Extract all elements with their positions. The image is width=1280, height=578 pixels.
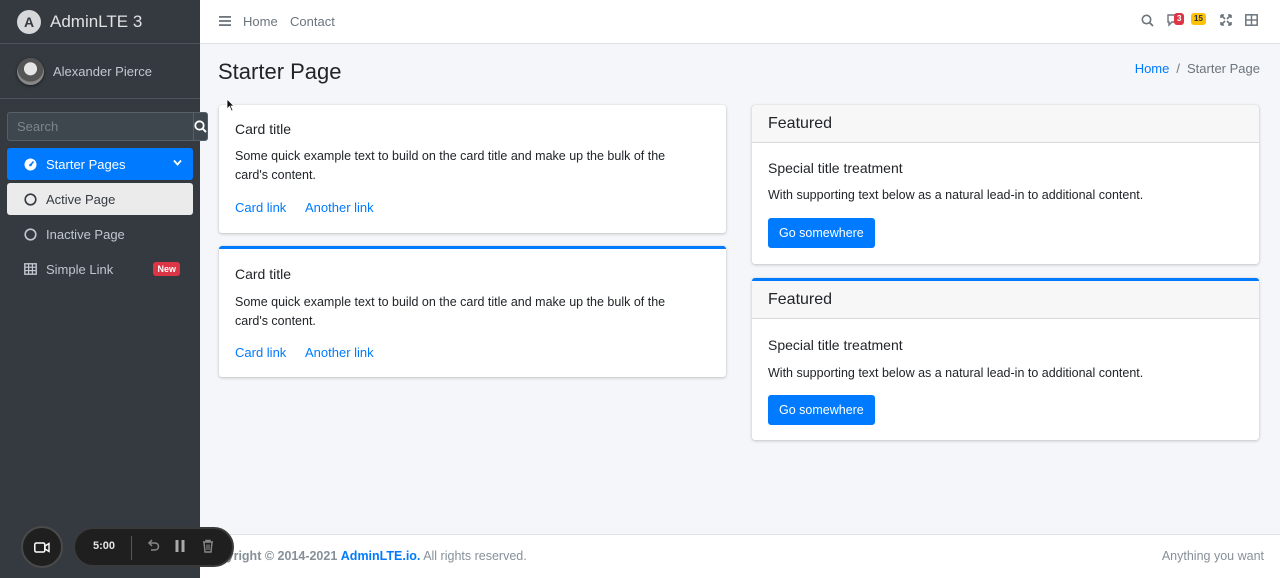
pause-icon[interactable]: [174, 539, 186, 553]
card-link[interactable]: Card link: [235, 345, 286, 360]
notifications-count-badge: 15: [1191, 13, 1206, 25]
trash-icon[interactable]: [202, 539, 214, 553]
brand-logo-icon: A: [17, 9, 41, 34]
card-text: With supporting text below as a natural …: [768, 366, 1144, 380]
footer-brand-link[interactable]: AdminLTE.io.: [341, 549, 421, 563]
sidebar-item-label: Active Page: [46, 191, 116, 207]
content-wrapper: Starter Page Home / Starter Page Card ti…: [200, 44, 1280, 534]
card-title: Card title: [235, 121, 292, 137]
brand-text: AdminLTE 3: [50, 11, 143, 31]
user-panel[interactable]: Alexander Pierce: [0, 44, 200, 99]
sidebar-search-input[interactable]: [7, 112, 193, 141]
another-link[interactable]: Another link: [305, 200, 374, 215]
undo-icon[interactable]: [146, 539, 160, 553]
tachometer-icon: [23, 157, 37, 171]
card-title: Special title treatment: [768, 337, 903, 353]
sidebar-item-simple-link[interactable]: Simple Link New: [7, 253, 193, 285]
card-header-title: Featured: [768, 115, 833, 132]
card-link[interactable]: Card link: [235, 200, 286, 215]
footer-right-text: Anything you want: [1161, 549, 1264, 563]
featured-card: Featured Special title treatment With su…: [752, 105, 1259, 264]
sidebar-item-label: Inactive Page: [46, 226, 125, 242]
copyright-text: pyright © 2014-2021: [219, 549, 338, 563]
recording-timer: 5:00: [93, 540, 116, 552]
breadcrumb-separator: /: [1176, 61, 1180, 76]
sidebar-item-label: Starter Pages: [46, 156, 126, 172]
sidebar-search: [7, 112, 208, 141]
breadcrumb-home-link[interactable]: Home: [1135, 61, 1170, 76]
new-badge: New: [153, 262, 180, 276]
card-title: Card title: [235, 266, 292, 282]
hamburger-menu-icon[interactable]: [219, 15, 231, 27]
go-somewhere-button[interactable]: Go somewhere: [768, 218, 875, 248]
featured-card-primary-outline: Featured Special title treatment With su…: [752, 278, 1259, 440]
rights-text: All rights reserved.: [420, 549, 527, 563]
card-header: Featured: [752, 281, 1259, 319]
another-link[interactable]: Another link: [305, 345, 374, 360]
sidebar-item-active-page[interactable]: Active Page: [7, 183, 193, 215]
brand-link[interactable]: A AdminLTE 3: [0, 0, 200, 44]
card-primary-outline: Card title Some quick example text to bu…: [219, 246, 726, 377]
fullscreen-icon[interactable]: [1220, 14, 1232, 26]
sidebar-item-label: Simple Link: [46, 261, 114, 277]
breadcrumb: Home / Starter Page: [1135, 61, 1260, 76]
card-title: Special title treatment: [768, 160, 903, 176]
sidebar-nav: Starter Pages Active Page Inactive Page …: [7, 148, 193, 288]
control-sidebar-icon[interactable]: [1245, 14, 1258, 26]
footer-copyright: pyright © 2014-2021 AdminLTE.io. All rig…: [219, 549, 527, 563]
top-navbar: Home Contact 3 15: [200, 0, 1280, 44]
nav-link-home[interactable]: Home: [243, 14, 278, 29]
mouse-cursor-icon: [226, 98, 235, 112]
nav-link-contact[interactable]: Contact: [290, 14, 335, 29]
breadcrumb-current: Starter Page: [1187, 61, 1260, 76]
circle-icon: [23, 227, 37, 241]
circle-icon: [23, 192, 37, 206]
messages-count-badge: 3: [1174, 13, 1185, 25]
table-icon: [23, 262, 37, 276]
card-text: With supporting text below as a natural …: [768, 188, 1144, 202]
recording-controls: 5:00: [73, 527, 234, 567]
divider: [131, 536, 132, 560]
sidebar-item-starter-pages[interactable]: Starter Pages: [7, 148, 193, 180]
card-text: Some quick example text to build on the …: [235, 149, 666, 182]
card-header-title: Featured: [768, 291, 833, 308]
card-text: Some quick example text to build on the …: [235, 295, 666, 328]
main-sidebar: A AdminLTE 3 Alexander Pierce Starter Pa…: [0, 0, 208, 578]
camera-button[interactable]: [21, 526, 63, 568]
sidebar-item-inactive-page[interactable]: Inactive Page: [7, 218, 193, 250]
video-camera-icon: [34, 541, 50, 553]
chevron-down-icon: [173, 159, 182, 166]
user-avatar: [17, 57, 44, 85]
card: Card title Some quick example text to bu…: [219, 105, 726, 233]
user-name[interactable]: Alexander Pierce: [53, 64, 152, 79]
go-somewhere-button[interactable]: Go somewhere: [768, 395, 875, 425]
main-footer: pyright © 2014-2021 AdminLTE.io. All rig…: [200, 534, 1280, 578]
card-header: Featured: [752, 105, 1259, 143]
search-icon[interactable]: [1141, 14, 1154, 27]
page-title: Starter Page: [218, 59, 342, 84]
